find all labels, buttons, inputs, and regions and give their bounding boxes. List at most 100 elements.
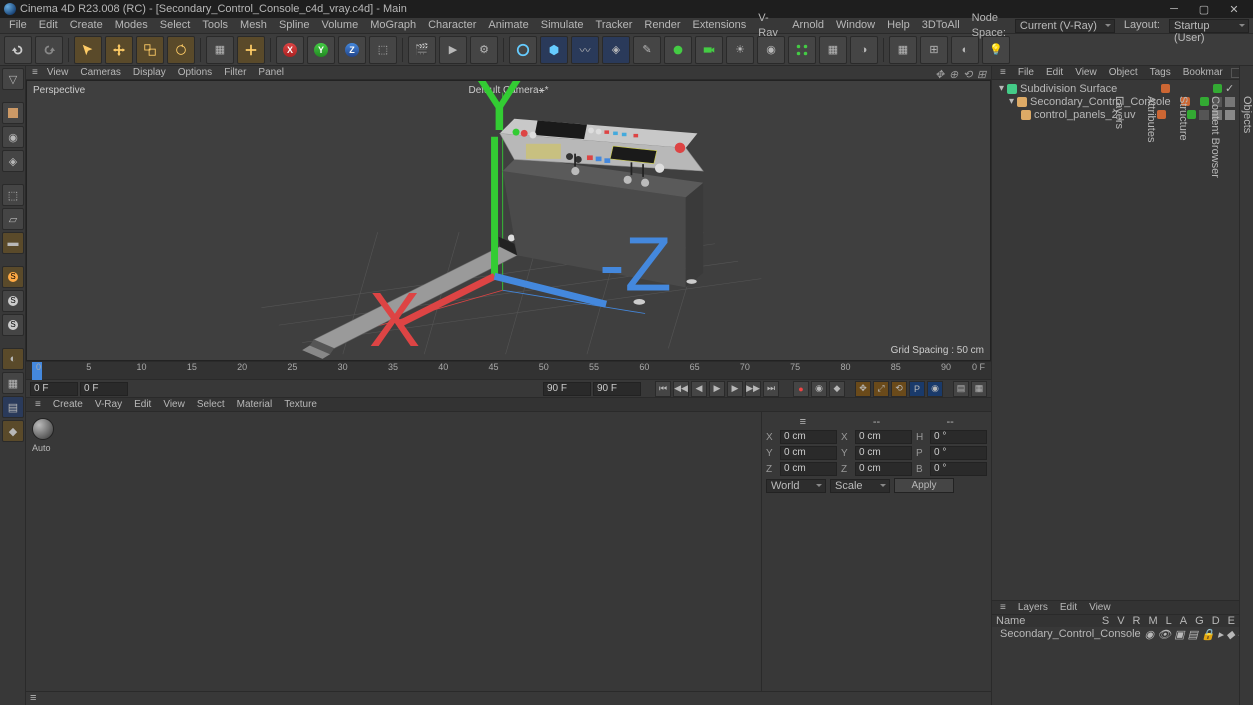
menu-extensions[interactable]: Extensions	[687, 18, 751, 33]
menu-edit[interactable]: Edit	[34, 18, 63, 33]
scale-tool[interactable]	[136, 36, 164, 64]
menu-spline[interactable]: Spline	[274, 18, 315, 33]
mm-texture[interactable]: Texture	[279, 399, 322, 410]
material-preview-sphere[interactable]	[32, 418, 54, 440]
workplane-button[interactable]: ◐	[951, 36, 979, 64]
points-mode[interactable]: ⬚	[2, 184, 24, 206]
key-rot-button[interactable]: ⟲	[891, 381, 907, 397]
field[interactable]	[664, 36, 692, 64]
apply-button[interactable]: Apply	[894, 478, 954, 493]
mm-view[interactable]: View	[158, 399, 190, 410]
generator[interactable]: ◈	[602, 36, 630, 64]
timeline-opts-b[interactable]: ▦	[971, 381, 987, 397]
menu-modes[interactable]: Modes	[110, 18, 153, 33]
move-tool[interactable]	[105, 36, 133, 64]
key-scale-button[interactable]: ⤢	[873, 381, 889, 397]
size-x-field[interactable]: 0 cm	[855, 430, 912, 444]
goto-start-button[interactable]: ⏮	[655, 381, 671, 397]
vp-menu-display[interactable]: Display	[128, 67, 171, 78]
menu-file[interactable]: File	[4, 18, 32, 33]
spline-primitive[interactable]: 〰	[571, 36, 599, 64]
keysel-button[interactable]: ◆	[829, 381, 845, 397]
vp-menu-view[interactable]: View	[42, 67, 74, 78]
cube-primitive[interactable]	[540, 36, 568, 64]
make-editable[interactable]: ▽	[2, 68, 24, 90]
range-end-a[interactable]: 90 F	[543, 382, 591, 396]
rotate-tool[interactable]	[167, 36, 195, 64]
menu-mesh[interactable]: Mesh	[235, 18, 272, 33]
soft-sel[interactable]: S	[2, 290, 24, 312]
coord-space-combo[interactable]: World	[766, 479, 826, 493]
prev-frame-button[interactable]: ◀	[691, 381, 707, 397]
menu-render[interactable]: Render	[639, 18, 685, 33]
play-button[interactable]: ▶	[709, 381, 725, 397]
scene-button[interactable]: ◉	[757, 36, 785, 64]
timeline-ruler[interactable]: 0510152025303540455055606570758085900 F	[26, 362, 991, 380]
om-file[interactable]: File	[1014, 67, 1038, 78]
workplane-mode[interactable]: ◈	[2, 150, 24, 172]
viewport-solo[interactable]: ◐	[2, 348, 24, 370]
autokey-button[interactable]: ◉	[811, 381, 827, 397]
xray-mode[interactable]: ▦	[2, 372, 24, 394]
tab-layers[interactable]: Layers	[1113, 96, 1125, 705]
menu-select[interactable]: Select	[155, 18, 196, 33]
menu-arnold[interactable]: Arnold	[787, 18, 829, 33]
lp-view[interactable]: View	[1085, 602, 1115, 613]
key-pos-button[interactable]: ✥	[855, 381, 871, 397]
lp-layers[interactable]: Layers	[1014, 602, 1052, 613]
grid-button[interactable]: ▦	[889, 36, 917, 64]
light-button[interactable]: ☀	[726, 36, 754, 64]
prev-key-button[interactable]: ◀◀	[673, 381, 689, 397]
vp-nav-layout-icon[interactable]: ⊞	[977, 68, 987, 78]
redo-button[interactable]	[35, 36, 63, 64]
lock-y-axis[interactable]: Y	[307, 36, 335, 64]
menu-window[interactable]: Window	[831, 18, 880, 33]
vp-menu-cameras[interactable]: Cameras	[75, 67, 126, 78]
vp-nav-move-icon[interactable]: ✥	[935, 68, 945, 78]
menu-volume[interactable]: Volume	[317, 18, 364, 33]
om-tags[interactable]: Tags	[1146, 67, 1175, 78]
lock-x-axis[interactable]: X	[276, 36, 304, 64]
texture-mode[interactable]: ◉	[2, 126, 24, 148]
snap-button[interactable]: ⊞	[920, 36, 948, 64]
tab-content-browser[interactable]: Content Browser	[1209, 96, 1221, 705]
bulb-button[interactable]: 💡	[982, 36, 1010, 64]
visibility-dot[interactable]	[1213, 84, 1222, 93]
rot-b-field[interactable]: 0 °	[930, 462, 987, 476]
coord-size-combo[interactable]: Scale	[830, 479, 890, 493]
om-edit[interactable]: Edit	[1042, 67, 1067, 78]
key-param-button[interactable]: P	[909, 381, 925, 397]
mm-vray[interactable]: V-Ray	[90, 399, 127, 410]
layer-manager-icon[interactable]: ▤	[1188, 628, 1198, 641]
tag-icon[interactable]	[1199, 110, 1209, 120]
size-y-field[interactable]: 0 cm	[855, 446, 912, 460]
tab-structure[interactable]: Structure	[1177, 96, 1189, 705]
next-frame-button[interactable]: ▶	[727, 381, 743, 397]
layer-gen-icon[interactable]: ◆	[1226, 628, 1234, 641]
menu-mograph[interactable]: MoGraph	[365, 18, 421, 33]
timeline-opts-a[interactable]: ▤	[953, 381, 969, 397]
menu-3dtoall[interactable]: 3DToAll	[917, 18, 965, 33]
om-bookmarks[interactable]: Bookmar	[1179, 67, 1227, 78]
coord-system[interactable]: ⬚	[369, 36, 397, 64]
lp-edit[interactable]: Edit	[1056, 602, 1081, 613]
om-object[interactable]: Object	[1105, 67, 1142, 78]
menu-character[interactable]: Character	[423, 18, 481, 33]
tweak-mode[interactable]: S	[2, 314, 24, 336]
record-button[interactable]: ●	[793, 381, 809, 397]
enable-axis[interactable]: S	[2, 266, 24, 288]
mm-create[interactable]: Create	[48, 399, 88, 410]
layer-view-icon[interactable]: 👁	[1157, 628, 1171, 641]
layer-swatch[interactable]	[1161, 84, 1170, 93]
isoline-mode[interactable]: ▤	[2, 396, 24, 418]
tag-icon[interactable]	[1225, 97, 1235, 107]
locked-workplane[interactable]: ◆	[2, 420, 24, 442]
rot-p-field[interactable]: 0 °	[930, 446, 987, 460]
material-manager[interactable]: Auto	[26, 412, 761, 691]
volume-button[interactable]: ▦	[819, 36, 847, 64]
axis-gizmo[interactable]: Y X -Z	[27, 81, 990, 360]
tag-icon[interactable]	[1225, 110, 1235, 120]
pos-y-field[interactable]: 0 cm	[780, 446, 837, 460]
lock-z-axis[interactable]: Z	[338, 36, 366, 64]
render-view[interactable]: 🎬	[408, 36, 436, 64]
